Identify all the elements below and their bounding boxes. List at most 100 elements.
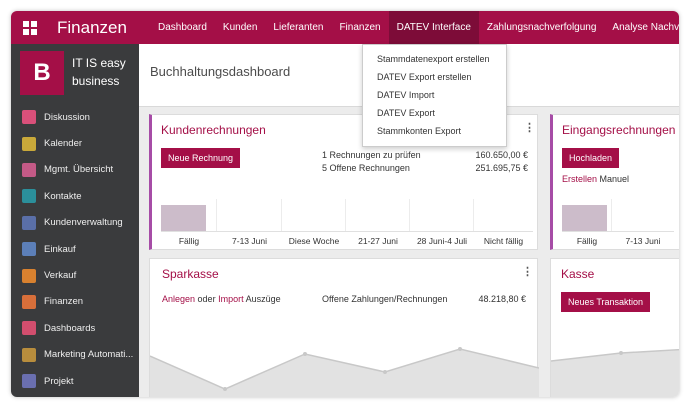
sidebar-item-label: Kalender: [44, 138, 83, 150]
sidebar-nav: Diskussion Kalender Mgmt. Übersicht Kont…: [11, 104, 139, 394]
bar-label: 28 Juni-4 Juli: [416, 236, 468, 246]
handshake-icon: [22, 215, 36, 230]
sales-icon: [22, 268, 36, 283]
datev-dropdown-menu: Stammdatenexport erstellen DATEV Export …: [362, 44, 507, 147]
bar-column: [474, 199, 533, 231]
bar-label: Nicht fällig: [483, 236, 524, 246]
kebab-menu-icon[interactable]: ⋮: [522, 265, 533, 278]
open-invoices-link[interactable]: 5 Offene Rechnungen: [322, 163, 410, 173]
company-block: B IT IS easy business: [11, 44, 139, 102]
top-navbar: Finanzen Dashboard Kunden Lieferanten Fi…: [11, 11, 679, 44]
sidebar-item-label: Projekt: [44, 375, 74, 387]
bar[interactable]: [562, 205, 607, 231]
menu-datev-interface[interactable]: DATEV Interface: [388, 11, 479, 44]
invoices-to-review-amount: 160.650,00 €: [475, 150, 528, 160]
apps-grid-icon[interactable]: [23, 21, 37, 35]
marketing-icon: [22, 347, 36, 362]
bar-column: [346, 199, 410, 231]
create-manual-text: Erstellen Manuel: [562, 174, 630, 184]
sidebar-item-label: Einkauf: [44, 243, 76, 255]
bar-column: [282, 199, 346, 231]
card-title: Kundenrechnungen: [161, 123, 266, 137]
due-bar-labels: Fällig 7-13 Juni Diese Woche 21-27 Juni 28 J…: [161, 236, 533, 246]
sidebar-item-verkauf[interactable]: Verkauf: [11, 262, 139, 288]
new-transaction-button[interactable]: Neues Transaktion: [561, 292, 651, 312]
import-statement-link[interactable]: Import: [218, 294, 244, 304]
due-bar-labels: Fällig 7-13 Juni: [562, 236, 674, 246]
app-window: Finanzen Dashboard Kunden Lieferanten Fi…: [11, 11, 679, 397]
open-invoices-amount: 251.695,75 €: [475, 163, 528, 173]
sidebar-item-diskussion[interactable]: Diskussion: [11, 104, 139, 130]
sidebar-item-mgmt-uebersicht[interactable]: Mgmt. Übersicht: [11, 157, 139, 183]
card-title: Sparkasse: [162, 267, 219, 281]
card-eingangsrechnungen: Eingangsrechnungen Hochladen Erstellen M…: [550, 114, 679, 250]
sidebar-item-dashboards[interactable]: Dashboards: [11, 315, 139, 341]
chat-icon: [22, 110, 36, 125]
dropdown-datev-export[interactable]: DATEV Export: [363, 104, 506, 122]
top-menu: Dashboard Kunden Lieferanten Finanzen DA…: [150, 11, 679, 44]
company-logo: B: [20, 51, 64, 95]
menu-dashboard[interactable]: Dashboard: [150, 11, 215, 44]
bank-statements-text: Anlegen oder Import Auszüge: [162, 294, 281, 304]
sidebar-item-label: Finanzen: [44, 296, 84, 308]
chart-icon: [22, 162, 36, 177]
bar-label: Diese Woche: [288, 236, 340, 246]
card-kasse: Kasse Neues Transaktion: [550, 258, 679, 397]
kebab-menu-icon[interactable]: ⋮: [524, 121, 535, 134]
dropdown-datev-import[interactable]: DATEV Import: [363, 86, 506, 104]
bar-column: [217, 199, 282, 231]
sidebar-item-label: Dashboards: [44, 322, 96, 334]
upload-button[interactable]: Hochladen: [562, 148, 620, 168]
finance-icon: [22, 294, 36, 309]
menu-lieferanten[interactable]: Lieferanten: [265, 11, 331, 44]
menu-finanzen[interactable]: Finanzen: [331, 11, 388, 44]
card-sparkasse: Sparkasse ⋮ Anlegen oder Import Auszüge …: [149, 258, 539, 397]
create-link[interactable]: Erstellen: [562, 174, 597, 184]
bar-label: 7-13 Juni: [232, 236, 267, 246]
invoices-to-review-link[interactable]: 1 Rechnungen zu prüfen: [322, 150, 421, 160]
due-bars: [161, 199, 533, 232]
dashboard-icon: [22, 321, 36, 336]
bar-label: Fällig: [576, 236, 598, 246]
sidebar-item-projekt[interactable]: Projekt: [11, 368, 139, 394]
calendar-icon: [22, 136, 36, 151]
card-title: Kasse: [561, 267, 595, 281]
open-payments-amount: 48.218,80 €: [478, 294, 526, 304]
dropdown-datev-export-create[interactable]: DATEV Export erstellen: [363, 68, 506, 86]
sidebar: B IT IS easy business Diskussion Kalende…: [11, 44, 139, 397]
sidebar-item-label: Diskussion: [44, 111, 90, 123]
menu-kunden[interactable]: Kunden: [215, 11, 265, 44]
contacts-icon: [22, 189, 36, 204]
due-bars: [562, 199, 674, 232]
new-invoice-button[interactable]: Neue Rechnung: [161, 148, 241, 168]
company-name: IT IS easy business: [72, 56, 126, 88]
sidebar-item-kontakte[interactable]: Kontakte: [11, 183, 139, 209]
menu-analyse-nachverfolgung[interactable]: Analyse Nachverfolgung: [604, 11, 679, 44]
dropdown-stammkonten-export[interactable]: Stammkonten Export: [363, 122, 506, 140]
sidebar-item-finanzen[interactable]: Finanzen: [11, 289, 139, 315]
sidebar-item-marketing-automation[interactable]: Marketing Automati...: [11, 342, 139, 368]
page-title: Buchhaltungsdashboard: [150, 64, 291, 79]
bar-column: [161, 199, 217, 231]
bar[interactable]: [161, 205, 206, 231]
sidebar-item-einkauf[interactable]: Einkauf: [11, 236, 139, 262]
card-title: Eingangsrechnungen: [562, 123, 676, 137]
bar-column: [562, 199, 612, 231]
project-icon: [22, 374, 36, 389]
cash-line-graph: [551, 349, 679, 397]
dropdown-stammdatenexport[interactable]: Stammdatenexport erstellen: [363, 50, 506, 68]
sidebar-item-label: Kontakte: [44, 190, 82, 202]
app-title: Finanzen: [57, 18, 127, 37]
menu-zahlungsnachverfolgung[interactable]: Zahlungsnachverfolgung: [479, 11, 605, 44]
sidebar-item-kundenverwaltung[interactable]: Kundenverwaltung: [11, 210, 139, 236]
bar-column: [612, 199, 674, 231]
sidebar-item-label: Mgmt. Übersicht: [44, 164, 114, 176]
bar-column: [410, 199, 474, 231]
create-statement-link[interactable]: Anlegen: [162, 294, 195, 304]
purchase-icon: [22, 242, 36, 257]
bar-label: 7-13 Juni: [625, 236, 661, 246]
sidebar-item-label: Marketing Automati...: [44, 349, 134, 361]
bar-label: 21-27 Juni: [358, 236, 398, 246]
bar-label: Fällig: [178, 236, 200, 246]
sidebar-item-kalender[interactable]: Kalender: [11, 130, 139, 156]
